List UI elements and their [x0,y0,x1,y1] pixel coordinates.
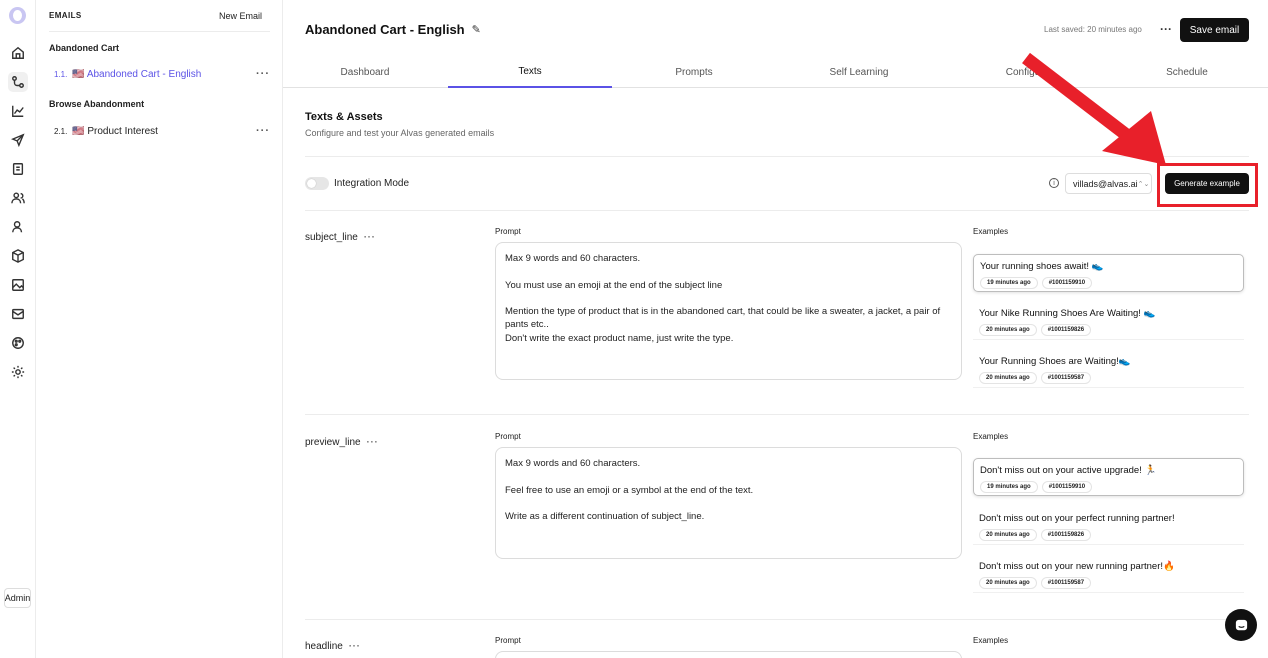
id-badge: #1001159587 [1040,372,1092,384]
example-card[interactable]: Your Running Shoes are Waiting!👟 20 minu… [973,350,1244,388]
field-name-preview-line: preview_line ··· [305,437,379,448]
more-options-icon[interactable]: ··· [364,232,376,242]
email-number: 2.1. [54,126,68,136]
icon-rail: Admin [0,0,36,658]
id-badge: #1001159826 [1040,324,1092,336]
flag-icon: 🇺🇸 [72,68,85,80]
integration-mode-label: Integration Mode [334,178,410,189]
highlight-box [1157,163,1258,207]
id-badge: #1001159910 [1041,481,1093,493]
flag-icon: 🇺🇸 [72,125,85,137]
divider [305,156,1249,157]
more-options-icon[interactable]: ··· [1160,22,1172,36]
analytics-icon[interactable] [8,101,28,121]
subject-line-prompt-textarea[interactable]: Max 9 words and 60 characters. You must … [495,242,962,380]
more-options-icon[interactable]: ··· [256,68,270,80]
time-badge: 20 minutes ago [979,577,1037,589]
example-text: Don't miss out on your active upgrade! 🏃 [980,465,1157,476]
save-email-button[interactable]: Save email [1180,18,1249,42]
flows-icon[interactable] [8,72,28,92]
example-text: Your running shoes await! 👟 [980,261,1104,272]
account-select[interactable]: villads@alvas.ai ⌃⌄ [1065,173,1152,194]
example-card[interactable]: Your running shoes await! 👟 19 minutes a… [973,254,1244,292]
email-list-panel: EMAILS New Email Abandoned Cart 1.1. 🇺🇸 … [36,0,283,658]
email-title: Abandoned Cart - English [305,22,465,37]
send-icon[interactable] [8,130,28,150]
main-content: Abandoned Cart - English ✎ Last saved: 2… [283,0,1268,658]
last-saved-text: Last saved: 20 minutes ago [1044,25,1142,34]
more-options-icon[interactable]: ··· [256,125,270,137]
group-title-browse-abandonment: Browse Abandonment [49,99,145,109]
more-options-icon[interactable]: ··· [367,437,379,447]
section-subtitle: Configure and test your Alvas generated … [305,128,495,138]
examples-label: Examples [973,636,1009,645]
email-item-label: Abandoned Cart - English [86,68,202,80]
palette-icon[interactable] [8,333,28,353]
email-number: 1.1. [54,69,68,79]
tab-configuration[interactable]: Configu [941,56,1105,88]
preview-line-prompt-textarea[interactable]: Max 9 words and 60 characters. Feel free… [495,447,962,559]
id-badge: #1001159587 [1040,577,1092,589]
template-icon[interactable] [8,159,28,179]
chevron-updown-icon: ⌃⌄ [1137,180,1150,188]
logo-icon[interactable] [9,7,26,24]
edit-pencil-icon[interactable]: ✎ [472,23,481,36]
id-badge: #1001159826 [1040,529,1092,541]
prompt-label: Prompt [495,636,521,645]
integration-mode-toggle[interactable] [305,177,329,190]
tab-schedule[interactable]: Schedule [1105,56,1268,88]
tab-bar: Dashboard Texts Prompts Self Learning Co… [283,56,1268,88]
examples-label: Examples [973,432,1009,441]
divider [305,210,1249,211]
info-icon[interactable]: i [1049,178,1059,188]
time-badge: 19 minutes ago [980,277,1038,289]
example-text: Your Running Shoes are Waiting!👟 [979,356,1131,367]
account-value: villads@alvas.ai [1073,178,1138,189]
divider [305,619,1249,620]
example-text: Your Nike Running Shoes Are Waiting! 👟 [979,308,1156,319]
tab-self-learning[interactable]: Self Learning [777,56,941,88]
gallery-icon[interactable] [8,275,28,295]
divider [305,414,1249,415]
tab-prompts[interactable]: Prompts [612,56,776,88]
headline-prompt-textarea[interactable] [495,651,962,658]
field-name-subject-line: subject_line ··· [305,232,376,243]
example-text: Don't miss out on your new running partn… [979,561,1175,572]
page-title: Abandoned Cart - English ✎ [305,22,481,37]
home-icon[interactable] [8,43,28,63]
email-item-abandoned-cart-english[interactable]: 1.1. 🇺🇸 Abandoned Cart - English ··· [54,68,270,80]
tab-texts[interactable]: Texts [448,56,612,88]
id-badge: #1001159910 [1041,277,1093,289]
users-icon[interactable] [8,188,28,208]
settings-icon[interactable] [8,362,28,382]
time-badge: 20 minutes ago [979,372,1037,384]
example-card[interactable]: Don't miss out on your active upgrade! 🏃… [973,458,1244,496]
examples-label: Examples [973,227,1009,236]
prompt-label: Prompt [495,227,521,236]
email-item-label: Product Interest [87,125,158,137]
time-badge: 20 minutes ago [979,529,1037,541]
tab-dashboard[interactable]: Dashboard [283,56,447,88]
example-card[interactable]: Don't miss out on your perfect running p… [973,507,1244,545]
audience-icon[interactable] [8,217,28,237]
chat-support-button[interactable] [1225,609,1257,641]
example-text: Don't miss out on your perfect running p… [979,513,1175,524]
field-name-headline: headline ··· [305,641,361,652]
prompt-label: Prompt [495,432,521,441]
group-title-abandoned-cart: Abandoned Cart [49,43,120,53]
example-card[interactable]: Your Nike Running Shoes Are Waiting! 👟 2… [973,302,1244,340]
products-icon[interactable] [8,246,28,266]
section-title: Texts & Assets [305,111,383,123]
time-badge: 20 minutes ago [979,324,1037,336]
time-badge: 19 minutes ago [980,481,1038,493]
admin-button[interactable]: Admin [4,588,31,608]
email-item-product-interest[interactable]: 2.1. 🇺🇸 Product Interest ··· [54,125,270,137]
emails-heading: EMAILS [49,11,82,20]
new-email-button[interactable]: New Email [219,11,270,21]
chat-icon [1235,619,1247,630]
email-list-header: EMAILS New Email [49,0,270,32]
inbox-icon[interactable] [8,304,28,324]
example-card[interactable]: Don't miss out on your new running partn… [973,555,1244,593]
more-options-icon[interactable]: ··· [349,641,361,651]
